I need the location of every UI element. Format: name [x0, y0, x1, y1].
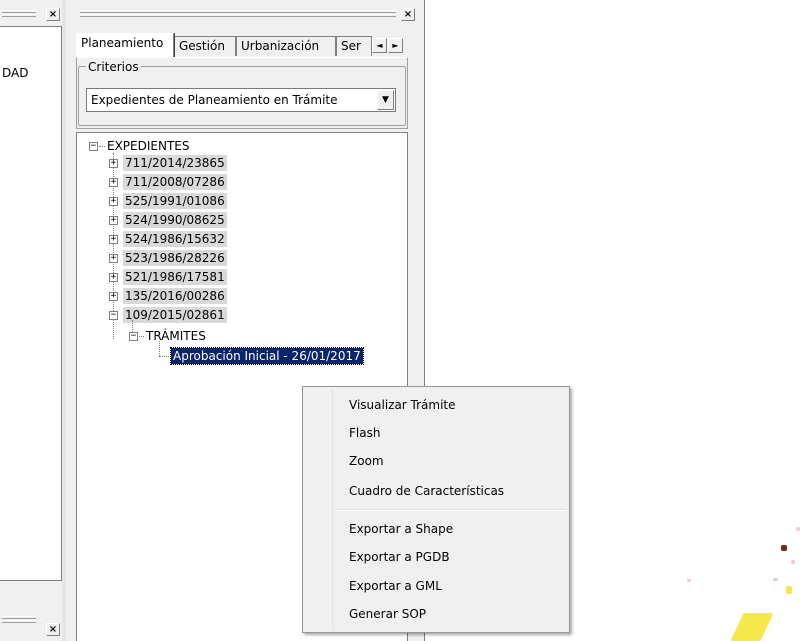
tree-item[interactable]: 135/2016/00286	[123, 288, 227, 304]
menu-separator	[335, 509, 565, 511]
tree-node-label: 521/1986/17581	[123, 269, 227, 285]
left-bottom-close-button[interactable]: ×	[46, 623, 60, 636]
expand-toggle-icon[interactable]: +	[109, 159, 118, 168]
left-panel: × DAD ×	[0, 0, 66, 641]
tree-node-label: 524/1986/15632	[123, 231, 227, 247]
context-menu-icon-gutter	[305, 389, 333, 630]
criterios-select[interactable]: Expedientes de Planeamiento en Trámite ▼	[86, 88, 396, 112]
tree-node-label: 525/1991/01086	[123, 193, 227, 209]
expand-toggle-icon[interactable]: +	[109, 273, 118, 282]
expand-toggle-icon[interactable]: +	[109, 197, 118, 206]
map-feature	[796, 527, 800, 531]
tree-item[interactable]: 525/1991/01086	[123, 193, 227, 209]
tree-node-label: TRÁMITES	[146, 329, 206, 343]
left-panel-content: DAD	[0, 26, 62, 581]
menu-item-exportar-shape[interactable]: Exportar a Shape	[349, 519, 453, 539]
tree-connector	[159, 356, 169, 357]
collapse-toggle-icon[interactable]: −	[109, 311, 118, 320]
menu-item-zoom[interactable]: Zoom	[349, 451, 384, 471]
criterios-label: Criterios	[86, 60, 141, 74]
tab-scroll-right-button[interactable]: ►	[388, 38, 403, 53]
map-feature	[786, 586, 792, 594]
menu-item-generar-sop[interactable]: Generar SOP	[349, 604, 426, 624]
tree-node-label: 711/2014/23865	[123, 155, 227, 171]
left-panel-grip-2	[2, 14, 36, 17]
menu-item-cuadro-caracteristicas[interactable]: Cuadro de Características	[349, 481, 504, 501]
expand-toggle-icon[interactable]: +	[109, 178, 118, 187]
tab-scroll-left-button[interactable]: ◄	[372, 38, 387, 53]
tree-folder-tramites[interactable]: TRÁMITES	[144, 328, 208, 344]
menu-item-exportar-pgdb[interactable]: Exportar a PGDB	[349, 547, 450, 567]
map-feature	[773, 578, 778, 581]
criterios-selected-value: Expedientes de Planeamiento en Trámite	[91, 93, 338, 107]
left-panel-clipped-text: DAD	[2, 66, 29, 80]
tree-connector	[159, 341, 160, 356]
expand-toggle-icon[interactable]: +	[109, 216, 118, 225]
left-panel-close-button[interactable]: ×	[46, 8, 60, 21]
tree-item-expanded[interactable]: 109/2015/02861	[123, 307, 227, 323]
tree-node-label: 109/2015/02861	[123, 307, 227, 323]
map-feature	[781, 545, 787, 551]
tree-item[interactable]: 711/2014/23865	[123, 155, 227, 171]
expand-toggle-icon[interactable]: +	[109, 254, 118, 263]
tab-servicios[interactable]: Ser	[336, 36, 372, 56]
chevron-down-icon[interactable]: ▼	[377, 90, 394, 110]
tree-node-label: 135/2016/00286	[123, 288, 227, 304]
tree-leaf-tramite[interactable]: Aprobación Inicial - 26/01/2017	[170, 347, 364, 365]
tree-node-label: 524/1990/08625	[123, 212, 227, 228]
tree-item[interactable]: 524/1986/15632	[123, 231, 227, 247]
tree-node-label: 523/1986/28226	[123, 250, 227, 266]
tab-urbanizacion[interactable]: Urbanización	[236, 36, 336, 56]
context-menu: Visualizar Trámite Flash Zoom Cuadro de …	[302, 386, 570, 633]
map-feature	[791, 560, 795, 564]
collapse-toggle-icon[interactable]: −	[89, 142, 98, 151]
tree-node-label: 711/2008/07286	[123, 174, 227, 190]
left-bottom-grip-2	[2, 620, 36, 623]
menu-item-flash[interactable]: Flash	[349, 423, 380, 443]
collapse-toggle-icon[interactable]: −	[129, 332, 138, 341]
tree-item[interactable]: 523/1986/28226	[123, 250, 227, 266]
tree-item[interactable]: 711/2008/07286	[123, 174, 227, 190]
tab-planeamiento[interactable]: Planeamiento	[76, 33, 174, 57]
tree-item[interactable]: 524/1990/08625	[123, 212, 227, 228]
expand-toggle-icon[interactable]: +	[109, 292, 118, 301]
panel-close-button[interactable]: ×	[401, 8, 415, 21]
tree-item[interactable]: 521/1986/17581	[123, 269, 227, 285]
left-bottom-grip[interactable]	[2, 616, 36, 619]
tab-gestion[interactable]: Gestión	[174, 36, 236, 56]
map-feature	[687, 579, 691, 582]
tree-node-label: EXPEDIENTES	[107, 139, 190, 153]
panel-grip-2	[80, 14, 396, 17]
left-panel-grip[interactable]	[2, 10, 36, 13]
tree-root-expedientes[interactable]: EXPEDIENTES	[105, 138, 192, 154]
expand-toggle-icon[interactable]: +	[109, 235, 118, 244]
map-feature	[730, 613, 774, 641]
menu-item-exportar-gml[interactable]: Exportar a GML	[349, 576, 442, 596]
menu-item-visualizar-tramite[interactable]: Visualizar Trámite	[349, 395, 456, 415]
tree-node-label-selected: Aprobación Inicial - 26/01/2017	[170, 347, 364, 365]
panel-grip[interactable]	[80, 10, 396, 13]
